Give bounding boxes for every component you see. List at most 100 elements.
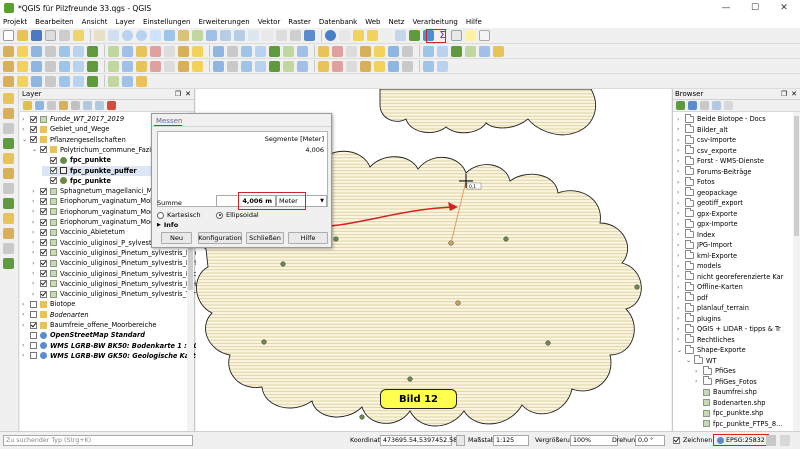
zoom-last-icon[interactable] <box>220 30 231 41</box>
expand-arrow-icon[interactable]: › <box>32 219 38 226</box>
browser-item[interactable]: › Beide Biotope - Docs <box>677 113 766 124</box>
layer-visibility-checkbox[interactable] <box>40 280 47 288</box>
layer-tree-item[interactable]: › Funde_WT_2017_2019 <box>22 114 124 124</box>
menu-projekt[interactable]: Projekt <box>3 18 27 26</box>
layer-visibility-checkbox[interactable] <box>40 218 47 226</box>
browser-item[interactable]: › nicht georeferenzierte Kar <box>677 271 783 282</box>
add-layer-icon[interactable] <box>3 123 14 134</box>
add-layer-icon[interactable] <box>3 228 14 239</box>
magnifier-field[interactable]: 100% <box>570 435 618 446</box>
zoom-rubberband-icon[interactable] <box>150 30 161 41</box>
ellipsoidal-option[interactable]: Ellipsoidal <box>216 211 259 219</box>
layer-visibility-checkbox[interactable] <box>40 208 47 216</box>
layer-tree-item[interactable]: › Vaccinio_uliginosi_Pinetum_sylvestris_D… <box>32 269 208 279</box>
expand-arrow-icon[interactable]: › <box>695 378 701 385</box>
digitizing-tool-icon[interactable] <box>122 45 133 57</box>
add-layer-icon[interactable] <box>3 168 14 179</box>
data-source-tool-icon[interactable] <box>136 75 147 87</box>
advanced-tool-icon[interactable] <box>388 60 399 72</box>
menu-ansicht[interactable]: Ansicht <box>82 18 108 26</box>
expand-arrow-icon[interactable]: › <box>677 179 683 186</box>
menu-erweiterungen[interactable]: Erweiterungen <box>198 18 249 26</box>
menu-raster[interactable]: Raster <box>288 18 311 26</box>
expand-arrow-icon[interactable]: › <box>32 291 38 298</box>
locator-input[interactable]: Zu suchender Typ (Strg+K) <box>3 435 193 446</box>
bookmark-icon[interactable] <box>276 30 287 41</box>
browser-item[interactable]: › pdf <box>677 292 708 303</box>
lock-icon[interactable] <box>456 435 465 446</box>
expand-arrow-icon[interactable]: › <box>22 352 28 359</box>
expand-arrow-icon[interactable]: › <box>677 137 683 144</box>
zoom-selection-icon[interactable] <box>178 30 189 41</box>
layer-tree-item[interactable]: › Vaccinio_uliginosi_P_sylvestris <box>32 238 160 248</box>
advanced-tool-icon[interactable] <box>255 60 266 72</box>
digitizing-tool-icon[interactable] <box>136 45 147 57</box>
data-source-tool-icon[interactable] <box>73 75 84 87</box>
open-project-icon[interactable] <box>17 30 28 41</box>
advanced-tool-icon[interactable] <box>59 60 70 72</box>
expand-arrow-icon[interactable]: › <box>22 311 28 318</box>
collapse-all-icon[interactable] <box>712 101 721 110</box>
menu-verarbeitung[interactable]: Verarbeitung <box>412 18 457 26</box>
advanced-tool-icon[interactable] <box>374 60 385 72</box>
advanced-tool-icon[interactable] <box>87 60 98 72</box>
expand-arrow-icon[interactable]: › <box>22 342 28 349</box>
pan-to-selection-icon[interactable] <box>108 30 119 41</box>
browser-item[interactable]: › Offline-Karten <box>677 281 743 292</box>
browser-item[interactable]: › kml-Exporte <box>677 250 737 261</box>
expand-arrow-icon[interactable]: › <box>677 210 683 217</box>
digitizing-tool-icon[interactable] <box>59 45 70 57</box>
advanced-tool-icon[interactable] <box>437 60 448 72</box>
layer-tree-item[interactable]: › Eriophorum_vaginatum_Moor3 <box>32 207 161 217</box>
layer-visibility-checkbox[interactable] <box>30 115 37 123</box>
expand-arrow-icon[interactable]: › <box>32 188 38 195</box>
menu-netz[interactable]: Netz <box>389 18 405 26</box>
digitizing-tool-icon[interactable] <box>437 45 448 57</box>
browser-item[interactable]: fpc_punkte_FTPS_8... <box>695 419 782 429</box>
deselect-icon[interactable] <box>381 30 392 41</box>
browser-item[interactable]: fpc_punkte.shp <box>695 408 763 418</box>
menu-einstellungen[interactable]: Einstellungen <box>143 18 190 26</box>
data-source-tool-icon[interactable] <box>45 75 56 87</box>
digitizing-tool-icon[interactable] <box>360 45 371 57</box>
browser-item[interactable]: › Rechtliches <box>677 334 735 345</box>
layer-tree-item[interactable]: OpenStreetMap Standard <box>22 330 145 340</box>
digitizing-tool-icon[interactable] <box>178 45 189 57</box>
advanced-tool-icon[interactable] <box>213 60 224 72</box>
layer-tree-item[interactable]: › Vaccinio_uliginosi_Pinetum_sylvestris_B… <box>32 258 207 268</box>
data-source-tool-icon[interactable] <box>17 75 28 87</box>
browser-item[interactable]: › JPG-Import <box>677 239 732 250</box>
expand-arrow-icon[interactable]: › <box>677 273 683 280</box>
pan-icon[interactable] <box>94 30 105 41</box>
digitizing-tool-icon[interactable] <box>150 45 161 57</box>
ellipsoidal-radio[interactable] <box>216 211 223 219</box>
layer-visibility-checkbox[interactable] <box>40 197 47 205</box>
temporal-controller-icon[interactable] <box>262 30 273 41</box>
advanced-tool-icon[interactable] <box>297 60 308 72</box>
menu-hilfe[interactable]: Hilfe <box>466 18 482 26</box>
advanced-tool-icon[interactable] <box>164 60 175 72</box>
advanced-tool-icon[interactable] <box>227 60 238 72</box>
expand-arrow-icon[interactable]: › <box>22 126 28 133</box>
advanced-tool-icon[interactable] <box>73 60 84 72</box>
data-source-tool-icon[interactable] <box>59 75 70 87</box>
layer-visibility-checkbox[interactable] <box>40 239 47 247</box>
browser-item[interactable]: › gpx-Exporte <box>677 208 737 219</box>
expand-arrow-icon[interactable]: › <box>677 242 683 249</box>
new-project-icon[interactable] <box>3 30 14 41</box>
maximize-button[interactable]: ☐ <box>741 0 769 16</box>
digitizing-tool-icon[interactable] <box>346 45 357 57</box>
show-bookmarks-icon[interactable] <box>290 30 301 41</box>
expand-arrow-icon[interactable]: › <box>32 280 38 287</box>
advanced-tool-icon[interactable] <box>241 60 252 72</box>
expand-arrow-icon[interactable]: › <box>32 198 38 205</box>
digitizing-tool-icon[interactable] <box>332 45 343 57</box>
data-source-tool-icon[interactable] <box>87 75 98 87</box>
expand-arrow-icon[interactable]: › <box>677 252 683 259</box>
expand-arrow-icon[interactable]: › <box>677 263 683 270</box>
expand-arrow-icon[interactable]: › <box>32 208 38 215</box>
layer-visibility-checkbox[interactable] <box>50 167 57 174</box>
browser-item[interactable]: › geopackage <box>677 187 737 198</box>
measure-line-icon[interactable] <box>451 30 462 41</box>
advanced-tool-icon[interactable] <box>360 60 371 72</box>
